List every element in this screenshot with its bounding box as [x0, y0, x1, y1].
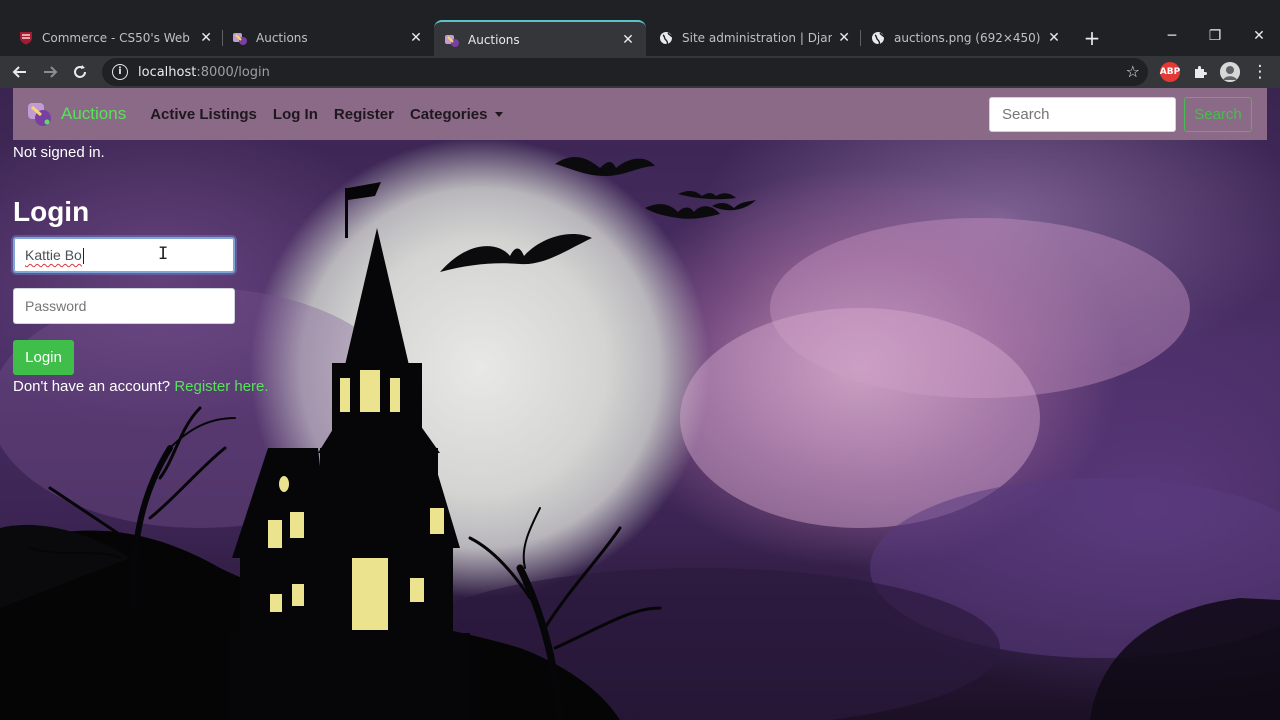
login-button[interactable]: Login	[13, 340, 74, 375]
tab-title: Commerce - CS50's Web Programming	[42, 31, 194, 45]
site-navbar: Auctions Active Listings Log In Register…	[13, 88, 1267, 140]
back-arrow-icon[interactable]	[8, 60, 32, 84]
globe-icon	[870, 30, 886, 46]
profile-avatar[interactable]	[1220, 62, 1240, 82]
brand-name: Auctions	[61, 104, 127, 123]
register-link[interactable]: Register here.	[174, 378, 268, 395]
ibeam-cursor-icon: I	[158, 244, 169, 264]
page-viewport: Auctions Active Listings Log In Register…	[0, 88, 1280, 720]
forward-arrow-icon[interactable]	[38, 60, 62, 84]
signin-status: Not signed in.	[13, 144, 105, 161]
close-icon[interactable]: ✕	[1046, 30, 1062, 46]
halloween-background-image	[0, 156, 1280, 720]
menu-kebab-icon[interactable]: ⋮	[1248, 60, 1272, 84]
browser-toolbar: i localhost:8000/login ☆ ABP ⋮	[0, 56, 1280, 88]
globe-icon	[658, 30, 674, 46]
close-icon[interactable]: ✕	[838, 30, 850, 46]
tab-title: Site administration | Django site admin	[682, 31, 833, 45]
username-field[interactable]: Kattie Bo	[13, 237, 235, 273]
password-field[interactable]	[13, 288, 235, 324]
search-input[interactable]	[989, 97, 1176, 132]
categories-label: Categories	[409, 105, 488, 123]
tab-commerce[interactable]: Commerce - CS50's Web Programming ✕	[8, 22, 223, 54]
search-button[interactable]: Search	[1184, 97, 1252, 132]
auctions-logo-icon	[444, 32, 460, 48]
harvard-shield-icon	[18, 30, 34, 46]
close-icon[interactable]: ✕	[620, 32, 636, 48]
url-path: :8000/login	[196, 64, 270, 80]
tab-auctions[interactable]: Auctions ✕	[222, 22, 435, 54]
username-value: Kattie Bo	[25, 247, 82, 263]
address-bar[interactable]: i localhost:8000/login ☆	[102, 58, 1148, 86]
extensions-puzzle-icon[interactable]	[1190, 62, 1210, 82]
caret-down-icon	[495, 112, 504, 118]
tab-strip: Commerce - CS50's Web Programming ✕ Auct…	[0, 14, 1280, 58]
auctions-logo-icon	[28, 103, 51, 126]
nav-active-listings[interactable]: Active Listings	[150, 106, 257, 123]
minimize-icon[interactable]: ─	[1158, 24, 1186, 48]
tab-auctions-active[interactable]: Auctions ✕	[434, 20, 646, 58]
auctions-logo-icon	[232, 30, 248, 46]
bookmark-star-icon[interactable]: ☆	[1126, 62, 1140, 81]
close-icon[interactable]: ✕	[200, 30, 212, 46]
abp-icon[interactable]: ABP	[1160, 62, 1180, 82]
nav-log-in[interactable]: Log In	[273, 106, 318, 123]
close-icon[interactable]: ✕	[408, 30, 424, 46]
new-tab-plus-icon[interactable]: +	[1082, 28, 1102, 48]
brand-link[interactable]: Auctions	[27, 100, 126, 128]
info-icon[interactable]: i	[112, 64, 128, 80]
nav-categories-dropdown[interactable]: Categories	[410, 106, 504, 123]
text-caret	[82, 248, 84, 265]
tab-title: Auctions	[256, 31, 308, 45]
tab-django-admin[interactable]: Site administration | Django site admin …	[648, 22, 861, 54]
page-title: Login	[13, 196, 90, 227]
window-close-icon[interactable]: ✕	[1245, 24, 1273, 48]
restore-icon[interactable]: ❐	[1201, 24, 1229, 48]
url-host: localhost	[138, 64, 197, 80]
signup-prompt-text: Don't have an account?	[13, 378, 171, 395]
signup-prompt: Don't have an account? Register here.	[13, 378, 269, 395]
tab-auctions-png[interactable]: auctions.png (692×450) ✕	[860, 22, 1072, 54]
browser-chrome: Commerce - CS50's Web Programming ✕ Auct…	[0, 0, 1280, 88]
nav-register[interactable]: Register	[334, 106, 394, 123]
reload-icon[interactable]	[68, 60, 92, 84]
tab-title: auctions.png (692×450)	[894, 31, 1041, 45]
tab-title: Auctions	[468, 33, 520, 47]
